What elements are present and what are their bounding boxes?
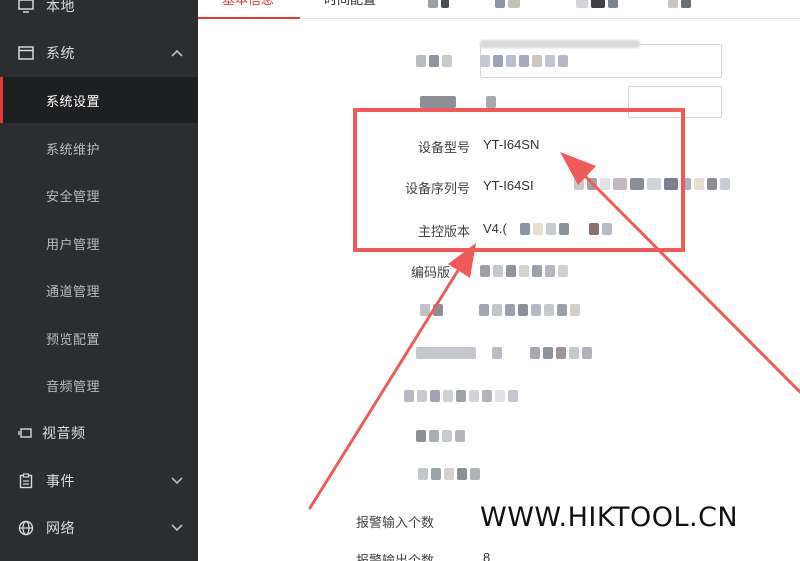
redacted-row-7	[416, 347, 592, 359]
sidebar-section-audio-video-label: 视音频	[42, 426, 86, 442]
clipboard-icon	[14, 471, 38, 491]
sidebar-item-security[interactable]: 安全管理	[0, 172, 198, 218]
alarm-in-label: 报警输入个数	[356, 516, 435, 531]
monitor-icon	[14, 0, 38, 16]
redacted-row-6	[420, 304, 580, 316]
chevron-up-icon	[170, 46, 184, 60]
tab-bar: 基本信息 时间配置	[198, 0, 800, 19]
sidebar-item-channels[interactable]: 通道管理	[0, 267, 198, 313]
sidebar-item-label: 预览配置	[46, 332, 101, 348]
alarm-out-label: 报警输出个数	[356, 550, 496, 561]
sidebar-item-label: 安全管理	[46, 189, 101, 205]
redacted-row-2	[420, 96, 496, 108]
redacted-row-8	[404, 390, 518, 402]
redacted-bar	[480, 40, 640, 48]
globe-icon	[14, 518, 38, 538]
redacted-row-10	[418, 468, 480, 480]
sidebar-item-label: 通道管理	[46, 284, 101, 300]
camera-icon	[14, 423, 38, 443]
watermark-text: WWW.HIKTOOL.CN	[476, 502, 743, 534]
tab-time-config[interactable]: 时间配置	[324, 0, 376, 18]
sidebar-item-system-settings[interactable]: 系统设置	[0, 77, 198, 123]
serial-number-value: YT-I64SI	[483, 178, 534, 193]
sidebar-item-preview[interactable]: 预览配置	[0, 315, 198, 361]
sidebar-item-label: 系统设置	[46, 94, 101, 110]
encode-version-label: 编码版	[410, 266, 450, 281]
screen: 本地 系统 系统设置 系统维护 安全管理 用户管理 通道管理 预览配置 音频管理…	[0, 0, 800, 561]
sidebar-section-audio-video[interactable]: 视音频	[0, 410, 198, 456]
sidebar-item-label: 用户管理	[46, 237, 101, 253]
sidebar-item-system-maintenance[interactable]: 系统维护	[0, 125, 198, 171]
sidebar-section-network-label: 网络	[46, 521, 75, 537]
serial-number-label: 设备序列号	[404, 182, 470, 197]
sidebar-section-event-label: 事件	[46, 474, 75, 490]
redacted-row-9	[416, 430, 465, 442]
main-content: 基本信息 时间配置 设备型号 YT-I64SN 设备序列号 YT-I64SI 主…	[198, 0, 800, 561]
chevron-down-icon	[170, 521, 184, 535]
chevron-down-icon	[170, 474, 184, 488]
redacted-serial	[574, 178, 730, 190]
redacted-row-1	[416, 55, 568, 67]
sidebar-item-audio[interactable]: 音频管理	[0, 362, 198, 408]
tab-basic-info[interactable]: 基本信息	[222, 0, 274, 18]
sidebar: 本地 系统 系统设置 系统维护 安全管理 用户管理 通道管理 预览配置 音频管理…	[0, 0, 198, 561]
sidebar-item-local-label: 本地	[46, 0, 75, 15]
sidebar-item-local[interactable]: 本地	[0, 0, 198, 24]
alarm-out-value: 8	[483, 550, 491, 561]
sidebar-section-network[interactable]: 网络	[0, 505, 198, 551]
sidebar-item-users[interactable]: 用户管理	[0, 220, 198, 266]
redacted-tabs	[428, 0, 691, 8]
device-model-label: 设备型号	[417, 141, 470, 156]
sidebar-section-system[interactable]: 系统	[0, 30, 198, 76]
window-icon	[14, 43, 38, 63]
sidebar-section-event[interactable]: 事件	[0, 458, 198, 504]
sidebar-item-label: 系统维护	[46, 142, 101, 158]
device-model-value: YT-I64SN	[483, 137, 540, 152]
redacted-input-2[interactable]	[628, 86, 722, 118]
sidebar-item-label: 音频管理	[46, 379, 101, 395]
main-version-label: 主控版本	[417, 225, 470, 240]
redacted-version	[520, 223, 612, 235]
active-tab-indicator	[198, 17, 300, 19]
redacted-encode	[480, 265, 568, 277]
main-version-value: V4.(	[483, 221, 507, 236]
sidebar-section-system-label: 系统	[46, 46, 75, 62]
